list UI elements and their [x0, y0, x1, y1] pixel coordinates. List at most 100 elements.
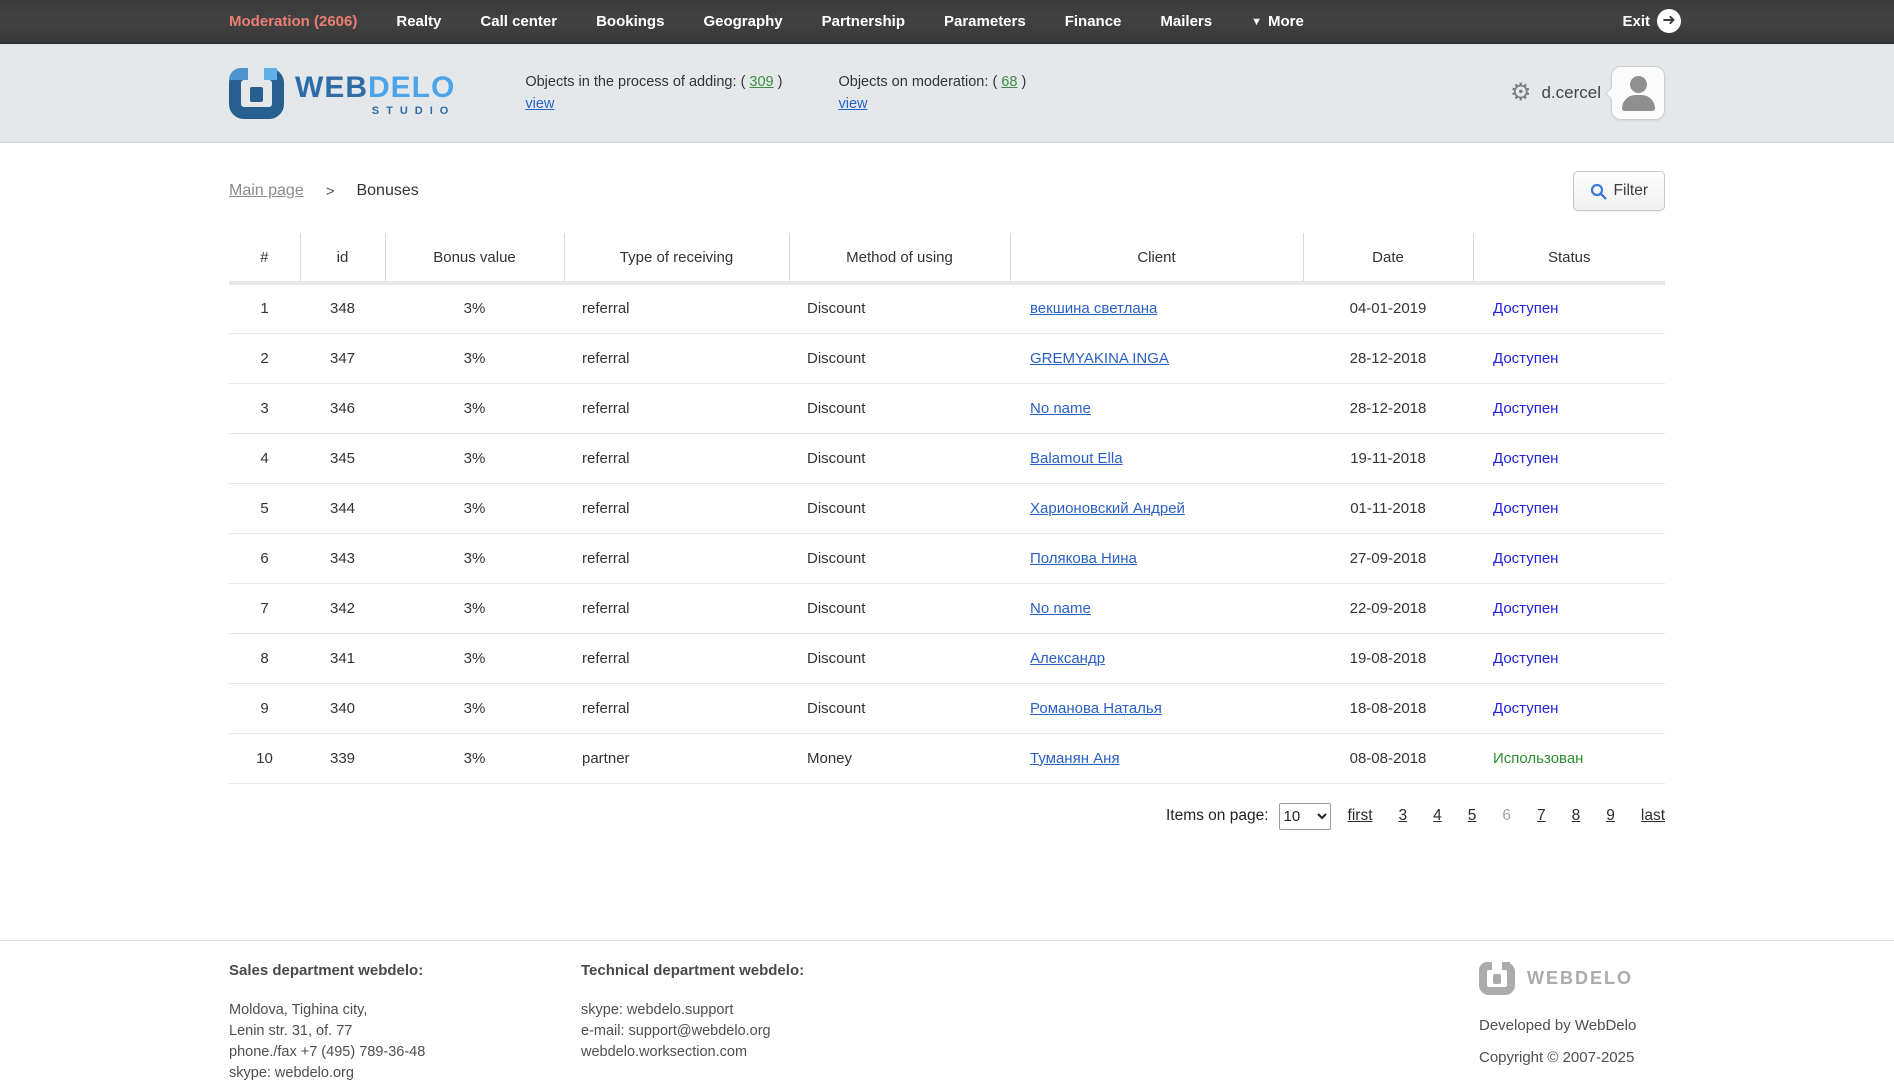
page-link-5[interactable]: 5: [1468, 807, 1477, 825]
bonus-value-cell: 3%: [385, 333, 564, 383]
developed-by-label: Developed by WebDelo: [1479, 1017, 1665, 1034]
method-of-using-cell: Discount: [789, 383, 1010, 433]
client-link[interactable]: No name: [1030, 400, 1091, 417]
technical-department-lines: skype: webdelo.supporte-mail: support@we…: [581, 1000, 804, 1063]
avatar[interactable]: [1611, 66, 1665, 120]
filter-button[interactable]: Filter: [1573, 171, 1665, 211]
bonus-value-cell: 3%: [385, 533, 564, 583]
top-nav-bar: Moderation (2606) Realty Call center Bookin…: [0, 0, 1894, 44]
row-number-cell: 9: [229, 683, 300, 733]
table-row: 8 341 3% referral Discount Александр 19-…: [229, 633, 1665, 683]
client-link[interactable]: Романова Наталья: [1030, 700, 1162, 717]
footer-line: Lenin str. 31, of. 77: [229, 1021, 581, 1042]
method-of-using-cell: Discount: [789, 633, 1010, 683]
bonus-id-cell: 341: [300, 633, 385, 683]
column-header-status: Status: [1473, 233, 1665, 283]
exit-arrow-icon: ➜: [1657, 9, 1681, 33]
footer-line: Moldova, Tighina city,: [229, 1000, 581, 1021]
nav-item-bookings[interactable]: Bookings: [596, 13, 664, 30]
nav-item-realty[interactable]: Realty: [396, 13, 441, 30]
page-link-3[interactable]: 3: [1399, 807, 1408, 825]
status-badge: Доступен: [1493, 700, 1558, 717]
type-of-receiving-cell: referral: [564, 683, 789, 733]
status-badge: Доступен: [1493, 600, 1558, 617]
nav-item-parameters[interactable]: Parameters: [944, 13, 1026, 30]
bonus-value-cell: 3%: [385, 383, 564, 433]
username-label: d.cercel: [1541, 83, 1601, 103]
page-current: 6: [1502, 807, 1511, 825]
table-row: 9 340 3% referral Discount Романова Ната…: [229, 683, 1665, 733]
method-of-using-cell: Discount: [789, 433, 1010, 483]
date-cell: 04-01-2019: [1303, 283, 1473, 333]
exit-label: Exit: [1622, 13, 1650, 30]
date-cell: 19-08-2018: [1303, 633, 1473, 683]
client-link[interactable]: Александр: [1030, 650, 1105, 667]
method-of-using-cell: Discount: [789, 283, 1010, 333]
nav-item-moderation-2606-[interactable]: Moderation (2606): [229, 13, 357, 30]
objects-moderation-count-link[interactable]: 68: [1001, 74, 1017, 90]
nav-item-call-center[interactable]: Call center: [480, 13, 557, 30]
row-number-cell: 4: [229, 433, 300, 483]
main-content: Main page > Bonuses Filter # id Bonus va…: [229, 143, 1665, 830]
column-header-bonus-value: Bonus value: [385, 233, 564, 283]
objects-moderation-view-link[interactable]: view: [838, 93, 867, 115]
objects-moderation-text: Objects on moderation:: [838, 74, 988, 90]
type-of-receiving-cell: referral: [564, 583, 789, 633]
table-row: 5 344 3% referral Discount Харионовский …: [229, 483, 1665, 533]
page-links: first 3 4 5 6 7 8 9 last: [1348, 807, 1665, 825]
type-of-receiving-cell: partner: [564, 733, 789, 783]
nav-item-partnership[interactable]: Partnership: [822, 13, 905, 30]
client-link[interactable]: Полякова Нина: [1030, 550, 1137, 567]
page-link-first[interactable]: first: [1348, 807, 1373, 825]
breadcrumb-main-page-link[interactable]: Main page: [229, 182, 304, 200]
client-link[interactable]: GREMYAKINA INGA: [1030, 350, 1169, 367]
nav-item-more[interactable]: ▼More: [1251, 13, 1304, 30]
method-of-using-cell: Discount: [789, 583, 1010, 633]
bonus-id-cell: 346: [300, 383, 385, 433]
footer-webdelo-logo-icon: [1479, 962, 1515, 995]
gear-icon[interactable]: ⚙: [1510, 81, 1532, 105]
date-cell: 28-12-2018: [1303, 333, 1473, 383]
bonus-value-cell: 3%: [385, 633, 564, 683]
nav-item-geography[interactable]: Geography: [703, 13, 782, 30]
method-of-using-cell: Money: [789, 733, 1010, 783]
client-link[interactable]: Туманян Аня: [1030, 750, 1120, 767]
page-link-9[interactable]: 9: [1606, 807, 1615, 825]
page-link-8[interactable]: 8: [1572, 807, 1581, 825]
nav-items-container: Moderation (2606) Realty Call center Bookin…: [229, 13, 1343, 30]
column-header-id: id: [300, 233, 385, 283]
table-row: 6 343 3% referral Discount Полякова Нина…: [229, 533, 1665, 583]
objects-adding-count-link[interactable]: 309: [749, 74, 773, 90]
status-badge: Доступен: [1493, 300, 1558, 317]
webdelo-logo-icon: [229, 68, 284, 119]
page-link-7[interactable]: 7: [1537, 807, 1546, 825]
bonus-value-cell: 3%: [385, 733, 564, 783]
items-per-page-select[interactable]: 10: [1279, 803, 1331, 830]
column-header-type: Type of receiving: [564, 233, 789, 283]
magnifier-icon: [1590, 183, 1607, 200]
nav-item-mailers[interactable]: Mailers: [1160, 13, 1212, 30]
page-link-last[interactable]: last: [1641, 807, 1665, 825]
objects-adding-view-link[interactable]: view: [525, 93, 554, 115]
client-link[interactable]: No name: [1030, 600, 1091, 617]
column-header-method: Method of using: [789, 233, 1010, 283]
date-cell: 01-11-2018: [1303, 483, 1473, 533]
client-link[interactable]: Харионовский Андрей: [1030, 500, 1185, 517]
date-cell: 28-12-2018: [1303, 383, 1473, 433]
footer: Sales department webdelo: Moldova, Tighi…: [0, 940, 1894, 1084]
nav-item-finance[interactable]: Finance: [1065, 13, 1122, 30]
type-of-receiving-cell: referral: [564, 383, 789, 433]
exit-button[interactable]: Exit ➜: [1622, 9, 1681, 33]
page-link-4[interactable]: 4: [1433, 807, 1442, 825]
breadcrumb-separator: >: [326, 183, 335, 200]
method-of-using-cell: Discount: [789, 483, 1010, 533]
bonus-id-cell: 339: [300, 733, 385, 783]
client-link[interactable]: векшина светлана: [1030, 300, 1157, 317]
header-band: WEBDELO STUDIO Objects in the process of…: [0, 44, 1894, 143]
row-number-cell: 3: [229, 383, 300, 433]
bonus-id-cell: 348: [300, 283, 385, 333]
webdelo-logo[interactable]: WEBDELO STUDIO: [229, 68, 455, 119]
client-link[interactable]: Balamout Ella: [1030, 450, 1123, 467]
bonus-id-cell: 342: [300, 583, 385, 633]
items-on-page-label: Items on page:: [1166, 807, 1269, 825]
